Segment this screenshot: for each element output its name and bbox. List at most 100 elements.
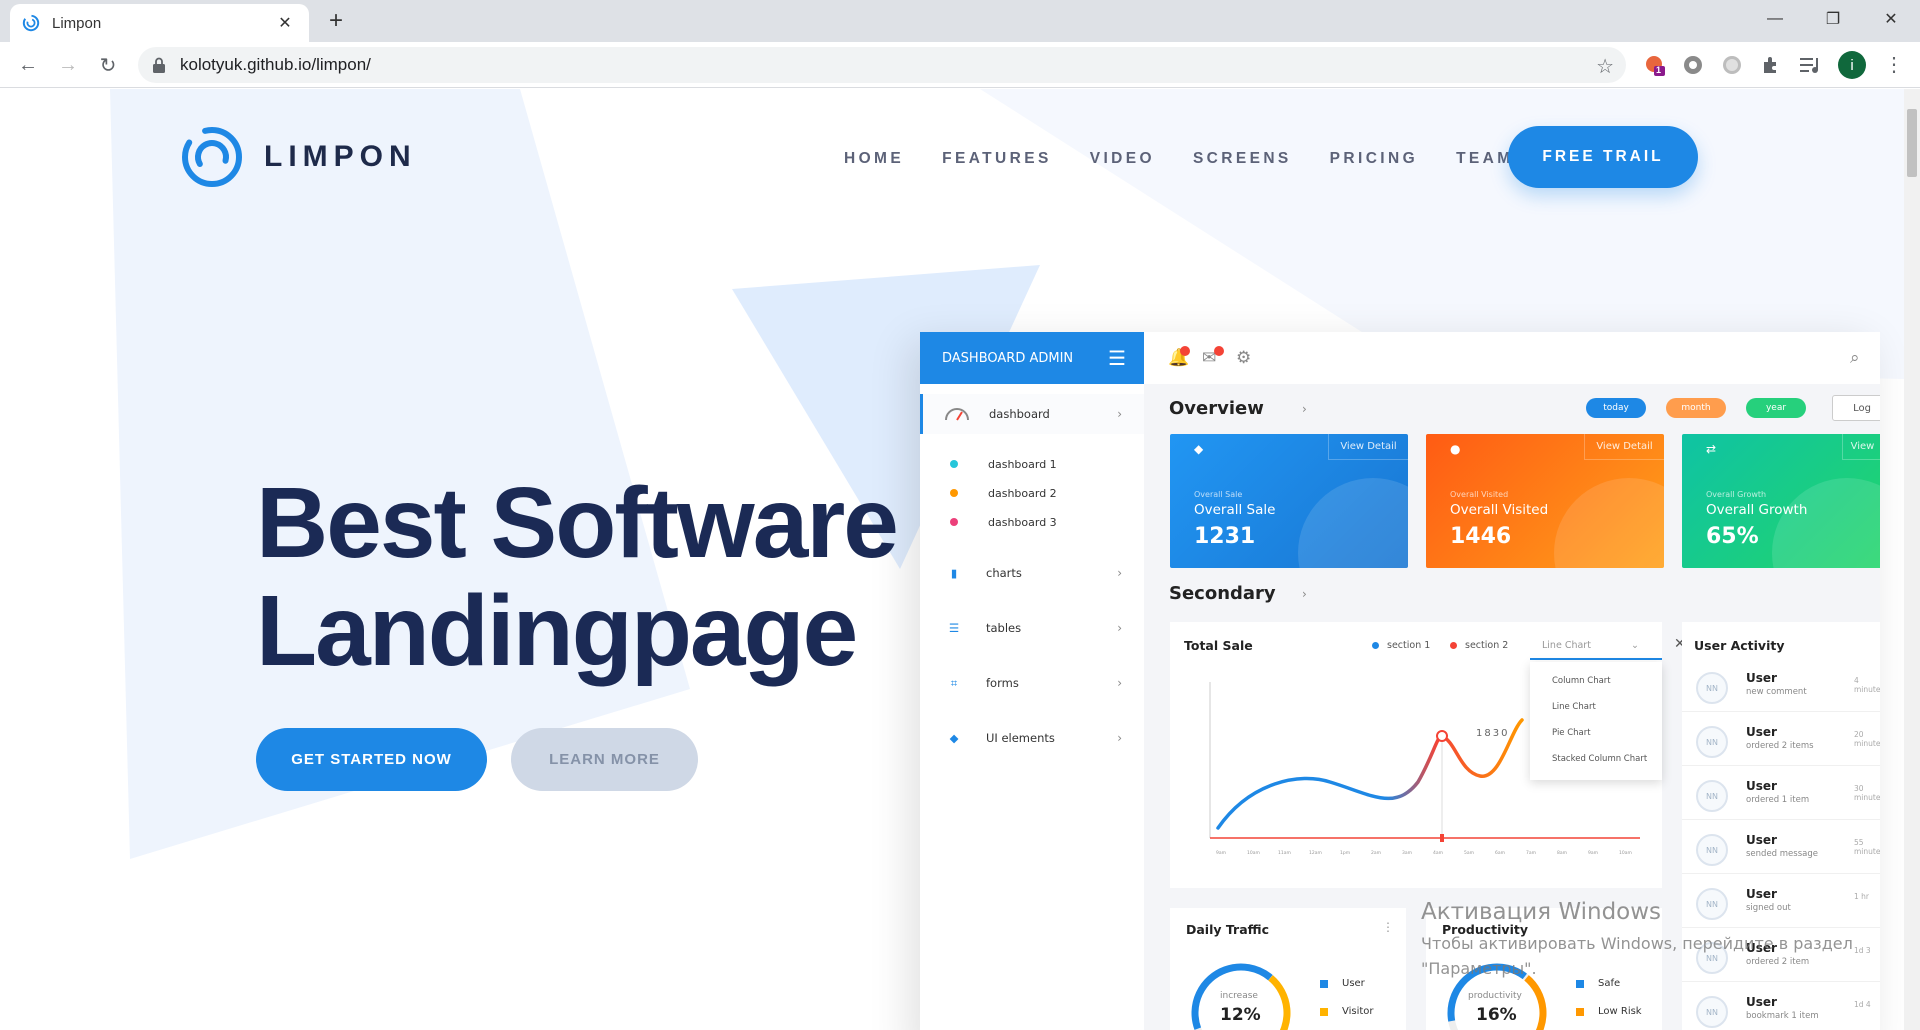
tab-title: Limpon bbox=[52, 14, 102, 32]
bar-chart-icon: ▮ bbox=[950, 566, 958, 580]
activity-user: User bbox=[1746, 995, 1777, 1009]
x-tick-label: 4am bbox=[1433, 850, 1443, 856]
mock-menu-ui-elements: ◆ UI elements › bbox=[920, 718, 1144, 758]
nav-home[interactable]: HOME bbox=[844, 150, 904, 168]
limpon-favicon-icon bbox=[22, 14, 40, 32]
bookmark-star-icon[interactable]: ☆ bbox=[1596, 54, 1614, 79]
scrollbar-thumb[interactable] bbox=[1907, 109, 1917, 177]
nav-pricing[interactable]: PRICING bbox=[1330, 150, 1418, 168]
mock-menu-tables: ☰ tables › bbox=[920, 608, 1144, 648]
activity-row: NN User bookmark 1 item 1d 4 bbox=[1682, 986, 1880, 1030]
mock-submenu-item: dashboard 3 bbox=[920, 510, 1057, 534]
chevron-right-icon: › bbox=[1117, 621, 1122, 635]
x-tick-label: 12am bbox=[1309, 850, 1322, 856]
activity-action: bookmark 1 item bbox=[1746, 1011, 1819, 1021]
mock-menu-charts: ▮ charts › bbox=[920, 553, 1144, 593]
mock-topbar: 🔔 ✉ ⚙ ⌕ bbox=[1144, 332, 1880, 384]
mock-menu-label: dashboard bbox=[989, 407, 1050, 421]
profile-avatar[interactable]: i bbox=[1838, 51, 1866, 79]
select-value: Line Chart bbox=[1542, 639, 1591, 651]
x-tick-label: 8am bbox=[1557, 850, 1567, 856]
mock-submenu-label: dashboard 2 bbox=[988, 486, 1057, 500]
reading-list-icon[interactable] bbox=[1798, 53, 1822, 77]
panel-title: User Activity bbox=[1694, 638, 1785, 653]
mock-card-growth: ⇄ View Overall Growth Overall Growth 65% bbox=[1682, 434, 1880, 568]
activity-row: NN User new comment 4 minutes bbox=[1682, 662, 1880, 712]
legend-item: Low Risk bbox=[1576, 1006, 1642, 1017]
avatar: NN bbox=[1696, 672, 1728, 704]
learn-more-button[interactable]: LEARN MORE bbox=[511, 728, 698, 791]
chevron-right-icon: › bbox=[1117, 407, 1122, 421]
tag-icon: ◆ bbox=[1194, 442, 1204, 456]
x-tick-label: 2am bbox=[1371, 850, 1381, 856]
restore-icon[interactable]: ❐ bbox=[1804, 0, 1862, 38]
browser-tab[interactable]: Limpon ✕ bbox=[10, 4, 309, 42]
card-decoration bbox=[1554, 478, 1664, 568]
activity-time: 1d 4 bbox=[1854, 1000, 1871, 1009]
close-window-icon[interactable]: ✕ bbox=[1862, 0, 1920, 38]
legend-item: Visitor bbox=[1320, 1006, 1374, 1017]
card-label: Overall Sale bbox=[1194, 502, 1276, 518]
mock-overview-title: Overview bbox=[1169, 398, 1264, 419]
activity-action: ordered 1 item bbox=[1746, 795, 1810, 805]
new-tab-icon[interactable]: + bbox=[322, 8, 350, 36]
card-view-detail: View bbox=[1842, 434, 1880, 460]
browser-menu-icon[interactable]: ⋮ bbox=[1882, 51, 1906, 79]
chevron-right-icon: › bbox=[1302, 587, 1307, 601]
site-logo[interactable]: LIMPON bbox=[180, 125, 417, 189]
avatar: NN bbox=[1696, 780, 1728, 812]
mock-card-visited: ● View Detail Overall Visited Overall Vi… bbox=[1426, 434, 1664, 568]
window-controls: — ❐ ✕ bbox=[1746, 0, 1920, 38]
card-small-label: Overall Visited bbox=[1450, 490, 1509, 499]
nav-screens[interactable]: SCREENS bbox=[1193, 150, 1292, 168]
extension-icon[interactable]: 1 bbox=[1643, 53, 1667, 77]
url-text: kolotyuk.github.io/limpon/ bbox=[180, 55, 371, 74]
donut-label: increase bbox=[1220, 991, 1258, 1001]
free-trial-button[interactable]: FREE TRAIL bbox=[1508, 126, 1698, 188]
extension-icon[interactable] bbox=[1681, 53, 1705, 77]
address-bar[interactable]: kolotyuk.github.io/limpon/ ☆ bbox=[138, 47, 1626, 83]
mock-submenu-label: dashboard 1 bbox=[988, 457, 1057, 471]
card-value: 65% bbox=[1706, 524, 1759, 549]
puzzle-icon[interactable] bbox=[1759, 53, 1783, 77]
main-nav: HOME FEATURES VIDEO SCREENS PRICING TEAM bbox=[844, 150, 1552, 168]
mock-pill-year: year bbox=[1746, 398, 1806, 418]
donut-label: productivity bbox=[1468, 991, 1522, 1001]
reload-icon[interactable]: ↻ bbox=[94, 51, 122, 79]
x-tick-label: 7am bbox=[1526, 850, 1536, 856]
forward-icon[interactable]: → bbox=[54, 51, 82, 79]
donut-value: 12% bbox=[1220, 1005, 1261, 1025]
page-scrollbar[interactable] bbox=[1904, 89, 1920, 1030]
get-started-button[interactable]: GET STARTED NOW bbox=[256, 728, 487, 791]
card-small-label: Overall Growth bbox=[1706, 490, 1767, 499]
activity-user: User bbox=[1746, 779, 1777, 793]
gauge-icon bbox=[943, 405, 971, 424]
legend-label: section 2 bbox=[1465, 640, 1509, 651]
back-icon[interactable]: ← bbox=[14, 51, 42, 79]
extension-badge: 1 bbox=[1656, 65, 1662, 75]
card-view-detail: View Detail bbox=[1584, 434, 1664, 460]
mock-pill-today: today bbox=[1586, 398, 1646, 418]
activity-user: User bbox=[1746, 833, 1777, 847]
minimize-icon[interactable]: — bbox=[1746, 0, 1804, 38]
headline-line-2: Landingpage bbox=[256, 575, 858, 687]
card-value: 1446 bbox=[1450, 524, 1512, 549]
x-tick-label: 10am bbox=[1619, 850, 1632, 856]
page-viewport: LIMPON HOME FEATURES VIDEO SCREENS PRICI… bbox=[0, 89, 1904, 1030]
mock-menu-label: charts bbox=[986, 566, 1022, 580]
hamburger-icon: ☰ bbox=[1108, 346, 1126, 370]
chevron-right-icon: › bbox=[1117, 731, 1122, 745]
activity-user: User bbox=[1746, 725, 1777, 739]
dropdown-option: Line Chart bbox=[1552, 702, 1596, 712]
mock-card-sale: ◆ View Detail Overall Sale Overall Sale … bbox=[1170, 434, 1408, 568]
x-tick-label: 5am bbox=[1464, 850, 1474, 856]
notification-badge bbox=[1214, 346, 1224, 356]
extension-icon[interactable] bbox=[1720, 53, 1744, 77]
nav-video[interactable]: VIDEO bbox=[1090, 150, 1155, 168]
nav-team[interactable]: TEAM bbox=[1456, 150, 1514, 168]
activity-time: 1d 3 bbox=[1854, 946, 1871, 955]
chevron-right-icon: › bbox=[1117, 676, 1122, 690]
activation-title: Активация Windows bbox=[1421, 899, 1662, 925]
nav-features[interactable]: FEATURES bbox=[942, 150, 1052, 168]
close-tab-icon[interactable]: ✕ bbox=[273, 13, 297, 33]
